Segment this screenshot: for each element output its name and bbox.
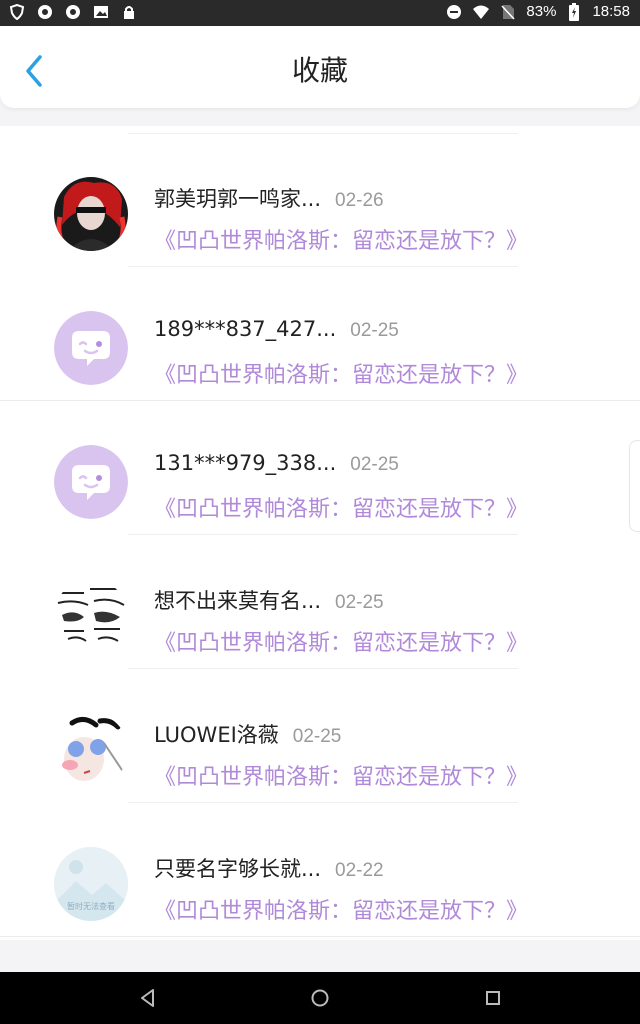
- divider: [0, 936, 640, 937]
- no-sim-icon: [499, 3, 517, 21]
- list-item[interactable]: 暂时无法查看 只要名字够长就... 02-22 《凹凸世界帕洛斯：留恋还是放下？》: [0, 803, 640, 937]
- date: 02-25: [335, 592, 384, 613]
- date: 02-25: [350, 454, 399, 475]
- chat-bubble-icon: [54, 445, 128, 519]
- avatar[interactable]: 暂时无法查看: [54, 847, 128, 921]
- list-item[interactable]: 131***979_338... 02-25 《凹凸世界帕洛斯：留恋还是放下？》: [0, 401, 640, 535]
- user-name-text: 想不出来莫有名...: [154, 589, 322, 613]
- user-name: LUOWEI洛薇 02-25: [154, 719, 341, 749]
- article-link[interactable]: 《凹凸世界帕洛斯：留恋还是放下？》: [154, 223, 528, 255]
- avatar[interactable]: [54, 311, 128, 385]
- date: 02-26: [335, 190, 384, 211]
- list-item[interactable]: 想不出来莫有名... 02-25 《凹凸世界帕洛斯：留恋还是放下？》: [0, 535, 640, 669]
- user-name-text: LUOWEI洛薇: [154, 723, 279, 747]
- article-link[interactable]: 《凹凸世界帕洛斯：留恋还是放下？》: [154, 759, 528, 791]
- nav-back-button[interactable]: [137, 987, 159, 1009]
- status-bar: 83% 18:58: [0, 0, 640, 26]
- avatar[interactable]: [54, 445, 128, 519]
- user-name: 想不出来莫有名... 02-25: [154, 585, 384, 615]
- battery-percent: 83%: [526, 3, 557, 20]
- anime-avatar-icon: [54, 713, 128, 787]
- header: 收藏: [0, 26, 640, 108]
- status-icons-left: [8, 3, 138, 21]
- article-link[interactable]: 《凹凸世界帕洛斯：留恋还是放下？》: [154, 491, 528, 523]
- avatar-caption: 暂时无法查看: [67, 902, 115, 911]
- chat-bubble-icon: [54, 311, 128, 385]
- article-link[interactable]: 《凹凸世界帕洛斯：留恋还是放下？》: [154, 893, 528, 925]
- list-item[interactable]: LUOWEI洛薇 02-25 《凹凸世界帕洛斯：留恋还是放下？》: [0, 669, 640, 803]
- user-name: 只要名字够长就... 02-22: [154, 853, 384, 883]
- date: 02-22: [335, 860, 384, 881]
- user-name-text: 只要名字够长就...: [154, 857, 322, 881]
- user-name: 131***979_338... 02-25: [154, 451, 399, 476]
- date: 02-25: [292, 726, 342, 747]
- avatar[interactable]: [54, 579, 128, 653]
- user-name-text: 189***837_427...: [154, 317, 337, 341]
- image-icon: [92, 3, 110, 21]
- circle-home-icon: [311, 989, 329, 1007]
- user-name: 郭美玥郭一鸣家... 02-26: [154, 183, 384, 213]
- square-recents-icon: [486, 991, 500, 1005]
- clock: 18:58: [592, 3, 630, 20]
- page-title: 收藏: [291, 54, 348, 87]
- battery-charging-icon: [565, 3, 583, 21]
- list-item[interactable]: 郭美玥郭一鸣家... 02-26 《凹凸世界帕洛斯：留恋还是放下？》: [0, 133, 640, 267]
- system-navigation-bar: [0, 972, 640, 1024]
- article-link[interactable]: 《凹凸世界帕洛斯：留恋还是放下？》: [154, 357, 528, 389]
- avatar[interactable]: [54, 177, 128, 251]
- user-name-text: 131***979_338...: [154, 451, 337, 475]
- article-link[interactable]: 《凹凸世界帕洛斯：留恋还是放下？》: [154, 625, 528, 657]
- do-not-disturb-icon: [445, 3, 463, 21]
- side-drawer-handle[interactable]: [629, 440, 640, 532]
- lock-icon: [120, 3, 138, 21]
- wifi-icon: [472, 3, 490, 21]
- user-name-text: 郭美玥郭一鸣家...: [154, 187, 322, 211]
- aperture-icon: [36, 3, 54, 21]
- triangle-back-icon: [141, 989, 154, 1007]
- nav-recents-button[interactable]: [482, 987, 504, 1009]
- favorites-list: 郭美玥郭一鸣家... 02-26 《凹凸世界帕洛斯：留恋还是放下？》 189***…: [0, 126, 640, 940]
- sketch-avatar-icon: [54, 579, 128, 653]
- nav-home-button[interactable]: [309, 987, 331, 1009]
- status-icons-right: 83% 18:58: [445, 3, 630, 21]
- shield-icon: [8, 3, 26, 21]
- red-character-avatar-icon: [54, 177, 128, 251]
- aperture-icon: [64, 3, 82, 21]
- list-item[interactable]: 189***837_427... 02-25 《凹凸世界帕洛斯：留恋还是放下？》: [0, 267, 640, 401]
- avatar[interactable]: [54, 713, 128, 787]
- user-name: 189***837_427... 02-25: [154, 317, 399, 342]
- date: 02-25: [350, 320, 399, 341]
